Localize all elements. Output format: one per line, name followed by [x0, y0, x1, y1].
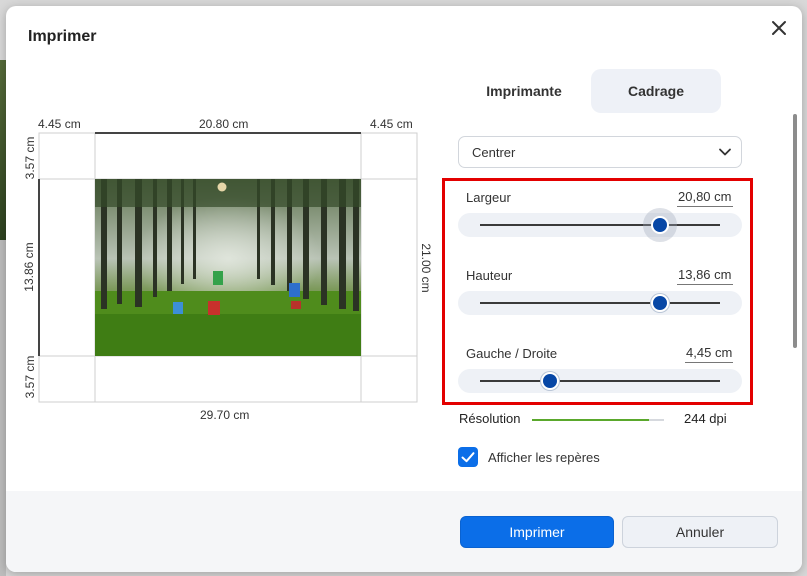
resolution-value: 244 dpi — [684, 411, 727, 426]
height-label: Hauteur — [466, 268, 513, 283]
height-slider-thumb[interactable] — [653, 296, 667, 310]
tab-framing[interactable]: Cadrage — [591, 69, 721, 113]
left-right-slider[interactable] — [458, 369, 742, 393]
width-unit: cm — [714, 189, 732, 204]
close-icon — [772, 21, 786, 35]
ball — [217, 182, 227, 192]
print-button[interactable]: Imprimer — [460, 516, 614, 548]
scrollbar-thumb[interactable] — [793, 114, 797, 348]
alignment-select-value: Centrer — [472, 144, 516, 160]
resolution-label: Résolution — [459, 411, 521, 426]
width-label: Largeur — [466, 190, 511, 205]
print-dialog: Imprimer 4.45 cm 20.80 cm 4.45 cm 29.70 … — [6, 6, 802, 572]
left-right-slider-track — [480, 380, 720, 382]
height-slider[interactable] — [458, 291, 742, 315]
margin-left-label: 4.45 cm — [38, 117, 81, 131]
image-width-label: 20.80 cm — [199, 117, 249, 131]
cancel-button[interactable]: Annuler — [622, 516, 778, 548]
left-right-label: Gauche / Droite — [466, 346, 558, 361]
dialog-title: Imprimer — [28, 28, 97, 45]
width-slider-track — [480, 224, 720, 226]
image-height-label: 13.86 cm — [22, 242, 36, 292]
page-width-label: 29.70 cm — [200, 408, 250, 422]
height-slider-track — [480, 302, 720, 304]
width-slider-thumb[interactable] — [653, 218, 667, 232]
margin-top-label: 3.57 cm — [23, 136, 37, 180]
close-button[interactable] — [768, 17, 790, 39]
alignment-select[interactable]: Centrer — [458, 136, 742, 168]
checkmark-icon — [461, 452, 475, 463]
width-value-field[interactable]: 20,80 cm — [677, 189, 733, 207]
show-guides-checkbox[interactable] — [458, 447, 478, 467]
left-right-slider-thumb[interactable] — [542, 374, 557, 388]
width-value: 20,80 — [678, 189, 711, 204]
height-unit: cm — [714, 267, 732, 282]
show-guides-label[interactable]: Afficher les repères — [488, 450, 600, 465]
page-height-label: 21.00 cm — [419, 243, 433, 293]
height-value: 13,86 — [678, 267, 711, 282]
resolution-meter — [532, 419, 664, 421]
tab-printer[interactable]: Imprimante — [466, 69, 582, 113]
left-right-value: 4,45 — [686, 345, 712, 360]
preview-photo — [95, 179, 361, 356]
height-value-field[interactable]: 13,86 cm — [677, 267, 733, 285]
resolution-meter-fill — [532, 419, 650, 421]
margin-bottom-label: 3.57 cm — [23, 355, 37, 399]
left-right-value-field[interactable]: 4,45 cm — [685, 345, 734, 363]
chevron-down-icon — [719, 148, 731, 156]
width-slider[interactable] — [458, 213, 742, 237]
margin-right-label: 4.45 cm — [370, 117, 413, 131]
left-right-unit: cm — [714, 345, 733, 360]
